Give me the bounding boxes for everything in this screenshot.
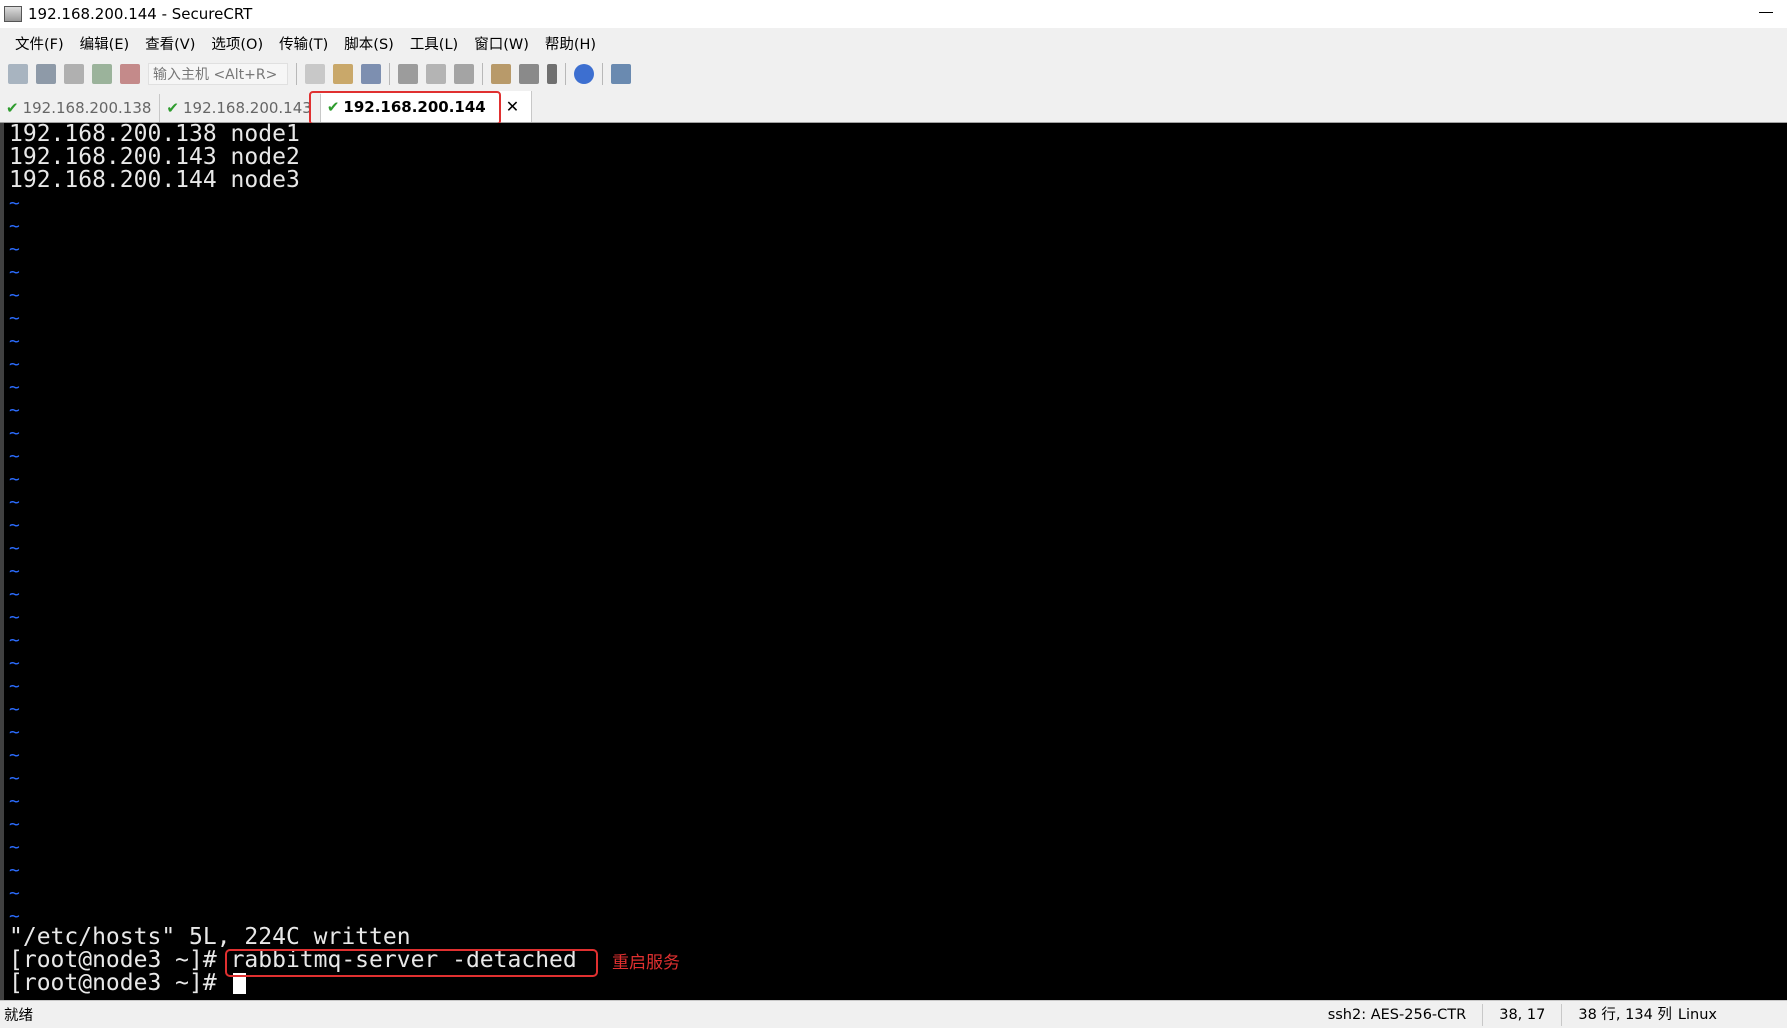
vim-tilde: ~ — [9, 354, 20, 375]
vim-tilde: ~ — [9, 538, 20, 559]
vim-tilde: ~ — [9, 331, 20, 352]
vim-tilde: ~ — [9, 883, 20, 904]
session-options-icon[interactable] — [519, 64, 539, 84]
vim-tilde: ~ — [9, 308, 20, 329]
menu-options[interactable]: 选项(O) — [210, 33, 264, 54]
session-tab-bar: ✔ 192.168.200.138 ✔ 192.168.200.143 ✔ 19… — [0, 90, 1787, 123]
vim-tilde: ~ — [9, 676, 20, 697]
status-cipher: ssh2: AES-256-CTR — [1327, 1006, 1467, 1023]
sftp-icon[interactable] — [491, 64, 511, 84]
vim-tilde: ~ — [9, 239, 20, 260]
active-prompt-line: [root@node3 ~]# — [9, 972, 246, 995]
vim-tilde: ~ — [9, 607, 20, 628]
copy-icon[interactable] — [305, 64, 325, 84]
toolbar-separator — [296, 63, 297, 85]
vim-tilde: ~ — [9, 423, 20, 444]
vim-tilde: ~ — [9, 216, 20, 237]
status-terminal-size: 38 行, 134 列 — [1561, 1003, 1678, 1026]
annotation-restart-service: 重启服务 — [612, 953, 680, 973]
vim-tilde: ~ — [9, 584, 20, 605]
disconnect-icon[interactable] — [120, 64, 140, 84]
help-icon[interactable] — [574, 64, 594, 84]
toolbar-separator — [482, 63, 483, 85]
quick-connect-icon[interactable] — [36, 64, 56, 84]
menu-window[interactable]: 窗口(W) — [473, 33, 530, 54]
minimize-button[interactable] — [1759, 4, 1773, 18]
status-bar: 就绪 ssh2: AES-256-CTR 38, 17 38 行, 134 列 … — [0, 1000, 1787, 1028]
title-bar: 192.168.200.144 - SecureCRT — [0, 0, 1787, 28]
vim-tilde: ~ — [9, 446, 20, 467]
connect-icon[interactable] — [8, 64, 28, 84]
terminal-line: 192.168.200.144 node3 — [9, 167, 300, 193]
status-right: ssh2: AES-256-CTR 38, 17 38 行, 134 列 Lin… — [1312, 1003, 1717, 1026]
print-selection-icon[interactable] — [454, 64, 474, 84]
vim-tilde: ~ — [9, 377, 20, 398]
menu-file[interactable]: 文件(F) — [14, 33, 65, 54]
vim-tilde: ~ — [9, 814, 20, 835]
vim-tilde: ~ — [9, 262, 20, 283]
vim-tilde: ~ — [9, 837, 20, 858]
menu-edit[interactable]: 编辑(E) — [79, 33, 130, 54]
menu-tools[interactable]: 工具(L) — [409, 33, 459, 54]
vim-tilde: ~ — [9, 791, 20, 812]
menu-help[interactable]: 帮助(H) — [544, 33, 597, 54]
terminal-line: 192.168.200.138 node1 — [9, 123, 300, 147]
toolbar-separator — [602, 63, 603, 85]
vim-tilde: ~ — [9, 492, 20, 513]
window-title: 192.168.200.144 - SecureCRT — [28, 5, 253, 23]
quick-connect-input[interactable]: 输入主机 <Alt+R> — [148, 63, 288, 85]
vim-tilde: ~ — [9, 722, 20, 743]
terminal-screen[interactable]: 192.168.200.138 node1 192.168.200.143 no… — [0, 123, 1787, 1000]
key-agent-icon[interactable] — [547, 64, 557, 84]
menu-bar: 文件(F) 编辑(E) 查看(V) 选项(O) 传输(T) 脚本(S) 工具(L… — [0, 28, 1787, 58]
tab-label: 192.168.200.143 — [182, 99, 312, 117]
status-ready: 就绪 — [4, 1008, 33, 1024]
command-highlight-box — [225, 949, 598, 977]
tab-192-168-200-143[interactable]: ✔ 192.168.200.143 — [160, 94, 321, 122]
vim-tilde: ~ — [9, 630, 20, 651]
vim-tilde: ~ — [9, 860, 20, 881]
connected-check-icon: ✔ — [6, 99, 19, 117]
vim-tilde: ~ — [9, 768, 20, 789]
menu-script[interactable]: 脚本(S) — [343, 33, 395, 54]
toolbar: 输入主机 <Alt+R> — [0, 58, 1787, 91]
vim-tilde: ~ — [9, 469, 20, 490]
vim-tilde: ~ — [9, 400, 20, 421]
menu-transfer[interactable]: 传输(T) — [278, 33, 329, 54]
toolbar-separator — [565, 63, 566, 85]
print-icon[interactable] — [398, 64, 418, 84]
find-icon[interactable] — [361, 64, 381, 84]
paste-icon[interactable] — [333, 64, 353, 84]
vim-write-message: "/etc/hosts" 5L, 224C written — [9, 924, 411, 950]
connect-in-tab-icon[interactable] — [64, 64, 84, 84]
vim-tilde: ~ — [9, 561, 20, 582]
securecrt-app-icon[interactable] — [4, 6, 22, 22]
terminal-line: 192.168.200.143 node2 — [9, 144, 300, 170]
connected-check-icon: ✔ — [166, 99, 179, 117]
print-setup-icon[interactable] — [426, 64, 446, 84]
close-tab-icon[interactable]: ✕ — [506, 97, 519, 116]
menu-view[interactable]: 查看(V) — [144, 33, 196, 54]
status-os: Linux — [1677, 1006, 1717, 1023]
vim-tilde: ~ — [9, 699, 20, 720]
tab-highlight-box — [309, 91, 501, 125]
toolbar-separator — [389, 63, 390, 85]
shell-prompt: [root@node3 ~]# — [9, 970, 231, 996]
tab-label: 192.168.200.138 — [22, 99, 152, 117]
vim-tilde: ~ — [9, 193, 20, 214]
vim-tilde: ~ — [9, 285, 20, 306]
reconnect-icon[interactable] — [92, 64, 112, 84]
status-cursor-position: 38, 17 — [1482, 1003, 1561, 1026]
map-keys-icon[interactable] — [611, 64, 631, 84]
vim-tilde: ~ — [9, 745, 20, 766]
tab-192-168-200-138[interactable]: ✔ 192.168.200.138 — [0, 94, 161, 122]
vim-tilde: ~ — [9, 515, 20, 536]
vim-tilde: ~ — [9, 653, 20, 674]
